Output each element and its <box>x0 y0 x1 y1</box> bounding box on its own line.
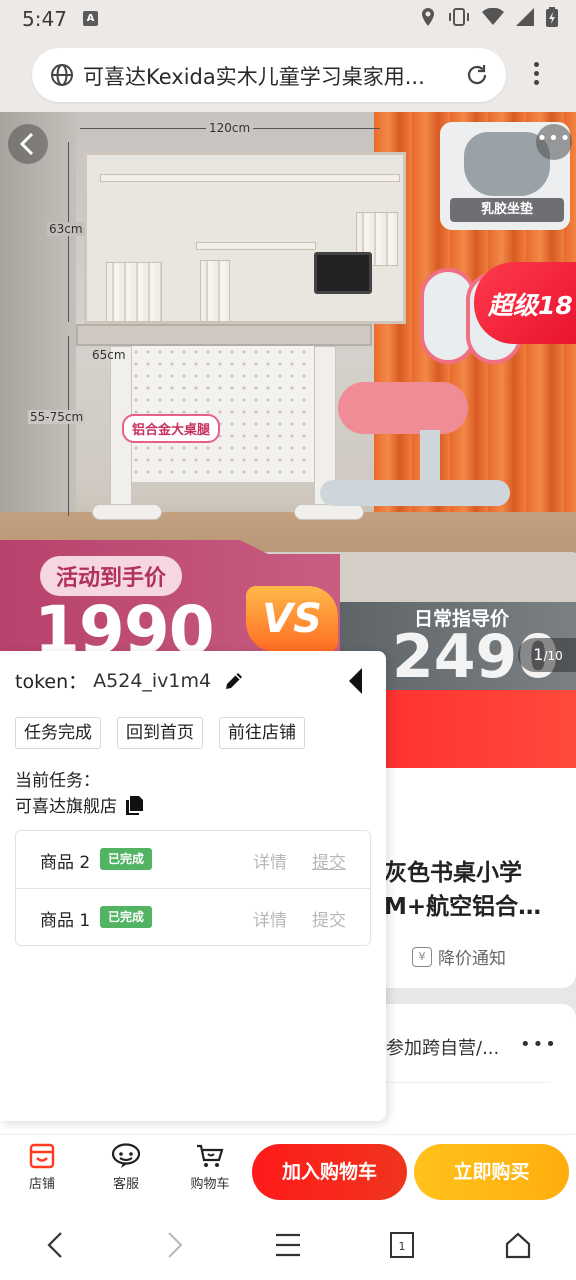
task-panel: token： A524_iv1m4 任务完成 回到首页 前往店铺 当前任务： 可… <box>0 651 386 1121</box>
current-task-label: 当前任务： <box>15 771 100 791</box>
wifi-icon <box>482 8 504 25</box>
bottom-action-bar: 店铺 客服 购物车 加入购物车 立即购买 <box>0 1134 576 1210</box>
task-row: 商品 1 已完成 详情 提交 <box>16 888 370 945</box>
task-submit-link[interactable]: 提交 <box>312 906 346 931</box>
store-label: 店铺 <box>28 1177 55 1192</box>
nav-menu-icon[interactable] <box>274 1230 302 1260</box>
status-badge: 已完成 <box>100 906 153 928</box>
status-bar: 5:47 A <box>0 0 576 38</box>
price-drop-notify-label: 降价通知 <box>438 949 506 969</box>
token-label: token： <box>15 671 88 693</box>
price-drop-notify-button[interactable]: ¥ 降价通知 <box>412 944 506 969</box>
back-button[interactable] <box>8 124 48 164</box>
task-item-name: 商品 2 <box>40 853 91 873</box>
product-title[interactable]: 灰色书桌小学M+航空铝合… <box>384 856 574 924</box>
panel-button-row: 任务完成 回到首页 前往店铺 <box>15 717 305 749</box>
address-bar[interactable]: 可喜达Kexida实木儿童学习桌家用... <box>32 48 506 102</box>
url-text: 可喜达Kexida实木儿童学习桌家用... <box>83 65 425 89</box>
image-index: 1 <box>533 645 544 664</box>
vibrate-icon <box>449 8 469 26</box>
desk-height-label: 55-75cm <box>28 410 86 424</box>
nav-home-icon[interactable] <box>504 1230 532 1260</box>
latex-cushion-label: 乳胶坐垫 <box>450 198 564 222</box>
cart-label: 购物车 <box>190 1177 230 1192</box>
chat-icon <box>111 1143 141 1168</box>
current-task: 可喜达旗舰店 <box>15 792 143 817</box>
vs-badge: VS <box>246 586 338 652</box>
task-list: 商品 2 已完成 详情 提交 商品 1 已完成 详情 提交 <box>15 830 371 946</box>
notification-badge-icon: A <box>83 11 98 26</box>
status-icons <box>420 7 558 27</box>
buy-now-button[interactable]: 立即购买 <box>414 1144 569 1200</box>
task-submit-link[interactable]: 提交 <box>312 848 346 873</box>
status-badge: 已完成 <box>100 848 153 870</box>
current-task-name: 可喜达旗舰店 <box>15 797 117 817</box>
store-button[interactable]: 店铺 <box>12 1143 72 1192</box>
task-detail-link[interactable]: 详情 <box>253 906 287 931</box>
globe-icon <box>51 64 73 86</box>
task-item-name: 商品 1 <box>40 911 91 931</box>
image-total: /10 <box>543 649 563 663</box>
cart-icon <box>197 1144 224 1167</box>
task-detail-link[interactable]: 详情 <box>253 848 287 873</box>
status-time: 5:47 <box>22 7 67 31</box>
svg-text:1: 1 <box>399 1240 406 1253</box>
screen: 5:47 A 可喜达Kexida实木儿童学习桌家用... 120cm 63cm … <box>0 0 576 1280</box>
signal-icon <box>516 8 534 26</box>
store-icon <box>29 1143 55 1169</box>
token-value: A524_iv1m4 <box>93 669 212 692</box>
price-tag-icon: ¥ <box>412 946 432 967</box>
depth-label: 65cm <box>92 348 126 362</box>
token-row: token： A524_iv1m4 <box>15 667 245 694</box>
customer-service-label: 客服 <box>112 1177 139 1192</box>
width-dimension-label: 120cm <box>206 121 254 135</box>
browser-toolbar: 可喜达Kexida实木儿童学习桌家用... <box>0 38 576 112</box>
browser-menu-icon[interactable] <box>528 62 544 92</box>
nav-forward-icon[interactable] <box>162 1230 186 1260</box>
back-home-button[interactable]: 回到首页 <box>117 717 203 749</box>
go-store-button[interactable]: 前往店铺 <box>219 717 305 749</box>
chevron-left-icon <box>19 132 34 156</box>
task-row: 商品 2 已完成 详情 提交 <box>16 831 370 888</box>
super-18-tag: 超级18 <box>474 262 576 344</box>
add-to-cart-button[interactable]: 加入购物车 <box>252 1144 407 1200</box>
nav-back-icon[interactable] <box>44 1230 68 1260</box>
battery-icon <box>546 7 558 27</box>
copy-icon[interactable] <box>125 795 143 815</box>
hutch-height-label: 63cm <box>47 222 85 236</box>
edit-pencil-icon[interactable] <box>223 670 245 692</box>
image-counter: 1/10 <box>518 638 576 672</box>
service-info-text[interactable]: 参加跨自营/... <box>386 1034 499 1060</box>
promo-price-label: 活动到手价 <box>40 556 183 596</box>
system-navigation-bar: 1 <box>0 1210 576 1280</box>
customer-service-button[interactable]: 客服 <box>96 1143 156 1192</box>
more-icon[interactable]: ••• <box>520 1034 558 1055</box>
nav-tabs-icon[interactable]: 1 <box>389 1230 415 1260</box>
location-icon <box>422 8 434 26</box>
task-done-button[interactable]: 任务完成 <box>15 717 101 749</box>
alloy-legs-tag: 铝合金大桌腿 <box>122 414 221 443</box>
cart-button[interactable]: 购物车 <box>180 1143 240 1192</box>
collapse-panel-icon[interactable] <box>346 667 366 695</box>
reload-icon[interactable] <box>464 62 490 88</box>
more-options-icon[interactable]: ••• <box>536 124 572 160</box>
